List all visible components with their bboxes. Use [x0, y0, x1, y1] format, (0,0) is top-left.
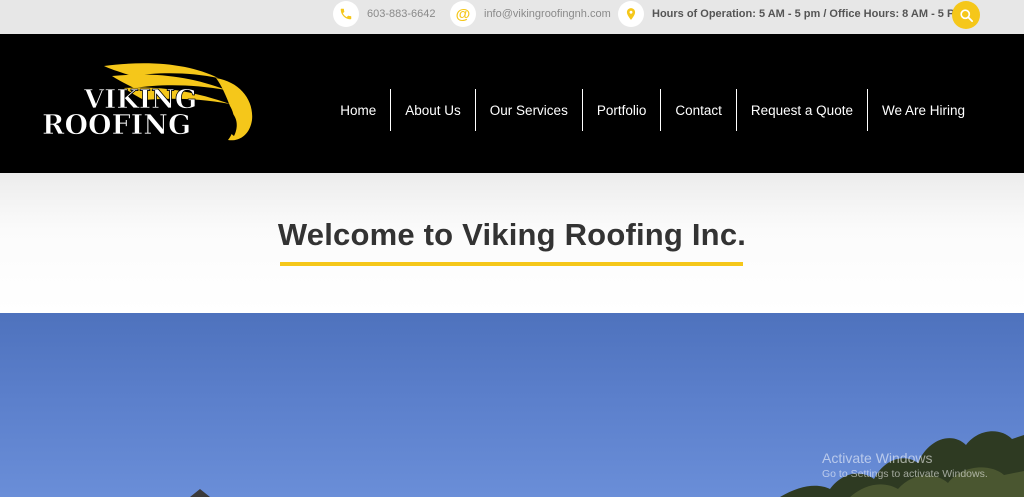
- nav-about-us[interactable]: About Us: [390, 89, 475, 131]
- nav-our-services[interactable]: Our Services: [474, 89, 582, 131]
- email-address[interactable]: info@vikingroofingnh.com: [484, 8, 611, 20]
- hero-image: Activate Windows Go to Settings to activ…: [0, 313, 1024, 497]
- phone-contact[interactable]: 603-883-6642: [333, 0, 436, 28]
- search-button[interactable]: [952, 1, 980, 29]
- nav-home[interactable]: Home: [326, 89, 390, 131]
- nav-portfolio[interactable]: Portfolio: [581, 89, 661, 131]
- phone-icon: [333, 1, 359, 27]
- site-header: VIKING ROOFING Home About Us Our Service…: [0, 34, 1024, 173]
- viking-roofing-logo[interactable]: VIKING ROOFING: [40, 60, 260, 152]
- heading-underline: [280, 262, 743, 266]
- top-bar: 603-883-6642 @ info@vikingroofingnh.com …: [0, 0, 1024, 34]
- logo-text-roofing: ROOFING: [42, 110, 191, 141]
- welcome-heading: Welcome to Viking Roofing Inc.: [277, 217, 747, 252]
- phone-number[interactable]: 603-883-6642: [367, 8, 436, 20]
- email-at-icon: @: [450, 1, 476, 27]
- hours-text: Hours of Operation: 5 AM - 5 pm / Office…: [652, 8, 964, 20]
- nav-request-quote[interactable]: Request a Quote: [735, 89, 867, 131]
- location-pin-icon: [618, 1, 644, 27]
- nav-we-are-hiring[interactable]: We Are Hiring: [866, 89, 979, 131]
- hours-info: Hours of Operation: 5 AM - 5 pm / Office…: [618, 0, 964, 28]
- watermark-line1: Activate Windows: [822, 450, 933, 466]
- main-nav: Home About Us Our Services Portfolio Con…: [326, 89, 979, 131]
- search-icon: [959, 8, 973, 22]
- watermark-line2: Go to Settings to activate Windows.: [822, 468, 988, 480]
- nav-contact[interactable]: Contact: [660, 89, 736, 131]
- activate-windows-watermark: Activate Windows Go to Settings to activ…: [822, 450, 988, 480]
- email-contact[interactable]: @ info@vikingroofingnh.com: [450, 0, 611, 28]
- welcome-section: Welcome to Viking Roofing Inc.: [0, 173, 1024, 313]
